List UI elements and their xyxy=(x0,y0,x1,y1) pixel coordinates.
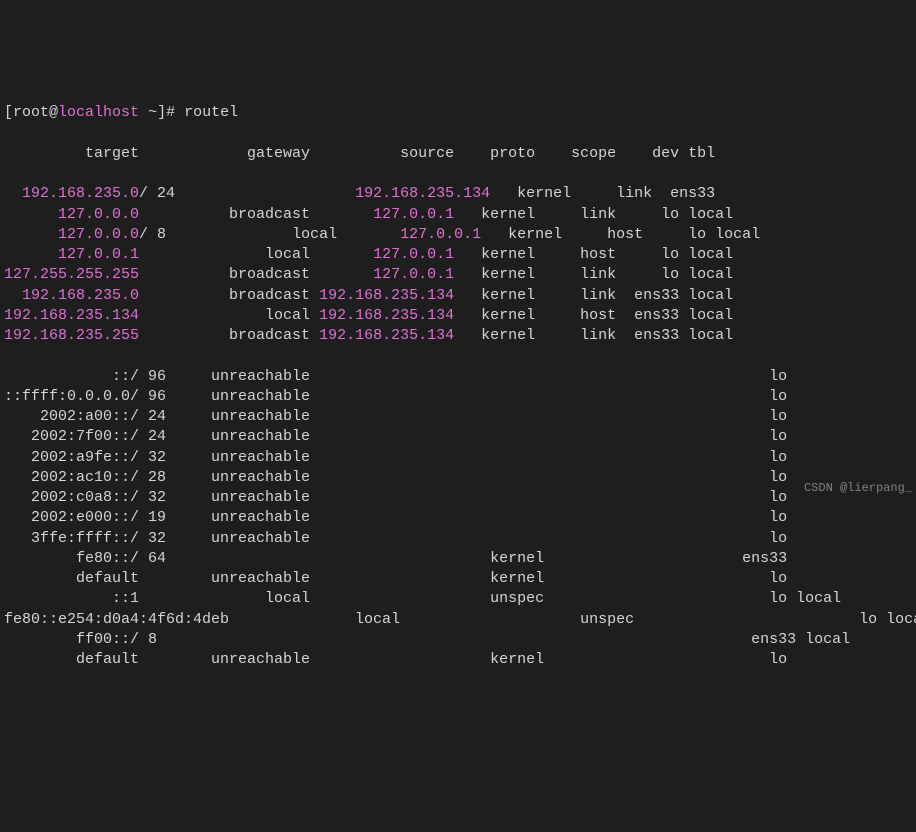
gateway-cell: broadcast xyxy=(139,266,373,283)
route-row: 192.168.235.255 broadcast 192.168.235.13… xyxy=(4,326,912,346)
route-row: ::ffff:0.0.0.0/ 96 unreachable lo xyxy=(4,387,912,407)
watermark: CSDN @lierpang_ xyxy=(804,480,912,496)
command-text: routel xyxy=(184,104,238,121)
route-row: ff00::/ 8 ens33 local xyxy=(4,630,912,650)
target-cell: 192.168.235.255 xyxy=(4,327,139,344)
gateway-cell: local xyxy=(139,246,373,263)
route-row: fe80::/ 64 kernel ens33 xyxy=(4,549,912,569)
source-cell: 192.168.235.134 xyxy=(319,287,454,304)
gateway-cell: local xyxy=(139,307,319,324)
header-row: target gateway source proto scope dev tb… xyxy=(4,144,912,164)
target-cell: 192.168.235.0 xyxy=(4,287,139,304)
source-cell: 127.0.0.1 xyxy=(373,246,454,263)
target-cell: 127.255.255.255 xyxy=(4,266,139,283)
route-row: 127.0.0.1 local 127.0.0.1 kernel host lo… xyxy=(4,245,912,265)
target-cell: 127.0.0.1 xyxy=(4,246,139,263)
terminal-output: [root@localhost ~]# routel target gatewa… xyxy=(4,83,912,691)
target-cell: 192.168.235.0 xyxy=(4,185,139,202)
source-cell: 192.168.235.134 xyxy=(319,307,454,324)
route-row: ::/ 96 unreachable lo xyxy=(4,367,912,387)
route-row: 2002:a9fe::/ 32 unreachable lo xyxy=(4,448,912,468)
route-row: 2002:e000::/ 19 unreachable lo xyxy=(4,508,912,528)
route-row: 192.168.235.0/ 24 192.168.235.134 kernel… xyxy=(4,184,912,204)
prompt-line[interactable]: [root@localhost ~]# routel xyxy=(4,103,912,123)
route-row: 2002:7f00::/ 24 unreachable lo xyxy=(4,427,912,447)
gateway-cell: local xyxy=(175,226,400,243)
route-row: 3ffe:ffff::/ 32 unreachable lo xyxy=(4,529,912,549)
route-row: 2002:a00::/ 24 unreachable lo xyxy=(4,407,912,427)
source-cell: 192.168.235.134 xyxy=(355,185,490,202)
route-row: 127.255.255.255 broadcast 127.0.0.1 kern… xyxy=(4,265,912,285)
route-row: 2002:c0a8::/ 32 unreachable lo xyxy=(4,488,912,508)
route-row: 127.0.0.0/ 8 local 127.0.0.1 kernel host… xyxy=(4,225,912,245)
source-cell: 127.0.0.1 xyxy=(400,226,481,243)
route-row: default unreachable kernel lo xyxy=(4,650,912,670)
target-cell: 192.168.235.134 xyxy=(4,307,139,324)
route-row: 192.168.235.134 local 192.168.235.134 ke… xyxy=(4,306,912,326)
route-row: 192.168.235.0 broadcast 192.168.235.134 … xyxy=(4,286,912,306)
route-row: 2002:ac10::/ 28 unreachable lo xyxy=(4,468,912,488)
source-cell: 127.0.0.1 xyxy=(373,266,454,283)
gateway-cell: broadcast xyxy=(139,287,319,304)
route-row: fe80::e254:d0a4:4f6d:4deb local unspec l… xyxy=(4,610,912,630)
route-row: ::1 local unspec lo local xyxy=(4,589,912,609)
target-cell: 127.0.0.0 xyxy=(4,206,139,223)
route-row: default unreachable kernel lo xyxy=(4,569,912,589)
target-cell: 127.0.0.0 xyxy=(4,226,139,243)
gateway-cell xyxy=(175,185,355,202)
gateway-cell: broadcast xyxy=(139,327,319,344)
source-cell: 192.168.235.134 xyxy=(319,327,454,344)
route-row: 127.0.0.0 broadcast 127.0.0.1 kernel lin… xyxy=(4,205,912,225)
source-cell: 127.0.0.1 xyxy=(373,206,454,223)
gateway-cell: broadcast xyxy=(139,206,373,223)
